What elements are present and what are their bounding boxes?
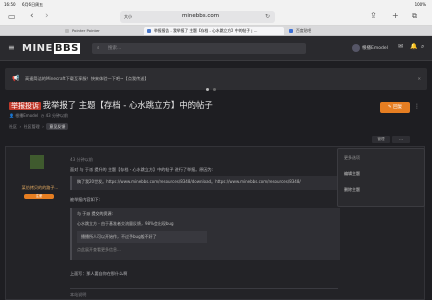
favicon-icon xyxy=(289,29,293,33)
quote-block: 稿了我20世发。https://www.minebbs.com/resource… xyxy=(70,176,345,190)
search-input[interactable]: ⌕ 搜索... xyxy=(92,43,306,54)
clock-icon: ◷ xyxy=(40,113,45,118)
search-placeholder: 搜索... xyxy=(108,46,122,51)
menu-title: 更多选项 xyxy=(344,155,360,160)
forward-icon[interactable]: › xyxy=(45,11,49,21)
tab-tieba[interactable]: 百度贴吧 xyxy=(286,27,366,35)
tab-label: Pointer Pointer xyxy=(72,28,100,33)
breadcrumb: 社区 › 社区管理 › 意见反馈 xyxy=(9,123,69,130)
search-toggle-icon[interactable]: ⌕ xyxy=(421,43,424,51)
new-tab-icon[interactable]: + xyxy=(392,11,399,20)
site-header: ≡ MINE BBS ⌕ 搜索... 根播Emodel ✉ 🔔 ⌕ xyxy=(0,36,432,61)
manage-button[interactable]: 管理 xyxy=(372,136,390,143)
reported-title: 与 于派 提交的资源: xyxy=(77,211,113,216)
safari-toolbar: ▭ ‹ › 大小 minebbs.com ↻ ⇪ + ⧉ xyxy=(0,9,432,26)
back-icon[interactable]: ‹ xyxy=(30,11,34,21)
menu-item-delete-thread[interactable]: 删除主题 xyxy=(344,187,360,193)
reported-content-block: 与 于派 提交的资源: 心水跳立方 - 由于基准者交流量反馈，98%会出现bug… xyxy=(70,208,340,260)
tab-minebbs[interactable]: 举报报告 - 我举报了 主题【存档 - 心水跳立方】中的帖子 | ... xyxy=(144,27,284,35)
status-date: 6月6日周五 xyxy=(22,2,44,7)
thread-time: 43 分钟以前 xyxy=(45,113,68,118)
quote-text: 稿了我20世发。https://www.minebbs.com/resource… xyxy=(77,179,301,184)
avatar[interactable] xyxy=(352,44,360,52)
breadcrumb-item[interactable]: 社区 xyxy=(9,124,17,129)
status-time: 16:50 xyxy=(4,2,16,7)
page-size-label: 大小 xyxy=(124,14,132,19)
nested-quote-text: 播播所人可以开始作，不过予bug般不好了 xyxy=(81,234,157,239)
reply-icon: ✎ xyxy=(387,105,392,110)
user-icon: 👤 xyxy=(9,113,14,118)
menu-item-edit-thread[interactable]: 编辑主题 xyxy=(344,171,360,177)
breadcrumb-item[interactable]: 社区管理 xyxy=(24,124,40,129)
username[interactable]: 根播Emodel xyxy=(362,45,388,51)
thread-title-row: 举报投诉 我举报了 主题【存档 - 心水跳立方】中的帖子 xyxy=(9,100,349,112)
reply-button[interactable]: ✎ 回复 xyxy=(380,102,410,113)
notice-text[interactable]: 高速简洁的Minecraft下载互享服！快来体验一下吧~【点我传送】 xyxy=(25,76,149,81)
status-battery: 100% xyxy=(414,2,426,7)
more-vertical-icon[interactable]: ⋮ xyxy=(414,103,420,110)
thread-prefix-label[interactable]: 举报投诉 xyxy=(9,102,41,110)
more-options-button[interactable]: ··· xyxy=(392,136,410,143)
logo-text-b: BBS xyxy=(53,43,80,54)
url-text: minebbs.com xyxy=(182,13,220,19)
address-bar[interactable]: 大小 minebbs.com ↻ xyxy=(120,11,275,23)
more-options-menu: 更多选项 编辑主题 删除主题 xyxy=(337,148,425,207)
post-time: 43 分钟以前 xyxy=(70,157,93,162)
tab-label: 百度贴吧 xyxy=(296,28,312,33)
tabs-overview-icon[interactable]: ⧉ xyxy=(412,12,417,21)
author-badge: 注册 xyxy=(24,194,54,199)
author-avatar[interactable] xyxy=(30,155,44,169)
breadcrumb-item[interactable]: 意见反馈 xyxy=(46,123,69,130)
post-line-2: 被举报内容如下: xyxy=(70,197,101,202)
thread-author[interactable]: 根播Emodel xyxy=(15,113,38,118)
more-label: ··· xyxy=(399,137,403,142)
search-icon: ⌕ xyxy=(97,46,100,51)
bell-icon[interactable]: 🔔 xyxy=(410,43,417,50)
logo-text-a: MINE xyxy=(22,43,53,54)
post-footer-text: 上面写：那人要自你在那什么啊 xyxy=(70,271,128,276)
favicon-icon xyxy=(147,29,151,33)
share-icon[interactable]: ⇪ xyxy=(370,11,377,20)
thread-meta: 👤 根播Emodel ◷ 43 分钟以前 xyxy=(9,113,68,119)
tab-bar: Pointer Pointer 举报报告 - 我举报了 主题【存档 - 心水跳立… xyxy=(0,26,432,36)
reply-label: 回复 xyxy=(393,105,403,110)
reported-line: 心水跳立方 - 由于基准者交流量反馈，98%会出现bug xyxy=(77,221,174,226)
post-extra: 本站说明 xyxy=(70,292,87,297)
thread-title: 我举报了 主题【存档 - 心水跳立方】中的帖子 xyxy=(42,100,213,110)
close-icon[interactable]: ✕ xyxy=(417,68,421,90)
post-line-1: 面对 与 于派 提升的 主题【存档 - 心水跳立方】中的帖子 进行了举报。原因为… xyxy=(70,167,213,172)
carousel-dot[interactable] xyxy=(213,88,216,91)
megaphone-icon: 📢 xyxy=(12,75,20,82)
carousel-dot[interactable] xyxy=(206,88,209,91)
sidebar-icon[interactable]: ▭ xyxy=(8,12,16,21)
post-author[interactable]: 某仿拷贝的的路子... xyxy=(12,185,68,191)
ios-status-bar: 16:50 6月6日周五 100% xyxy=(0,0,432,9)
expand-link[interactable]: 点此展开查看更多信息... xyxy=(77,247,335,253)
mail-icon[interactable]: ✉ xyxy=(398,43,403,50)
favicon-icon xyxy=(65,29,69,33)
reload-icon[interactable]: ↻ xyxy=(265,13,270,20)
nested-quote: 播播所人可以开始作，不过予bug般不好了 xyxy=(77,231,207,243)
tab-label: 举报报告 - 我举报了 主题【存档 - 心水跳立方】中的帖子 | ... xyxy=(154,28,258,33)
tab-pointer[interactable]: Pointer Pointer xyxy=(62,27,142,35)
notice-banner: 📢 高速简洁的Minecraft下载互享服！快来体验一下吧~【点我传送】 ✕ xyxy=(5,68,427,90)
manage-label: 管理 xyxy=(377,137,385,141)
site-logo[interactable]: MINE BBS xyxy=(22,43,80,54)
menu-icon[interactable]: ≡ xyxy=(8,43,15,52)
divider xyxy=(70,288,338,289)
